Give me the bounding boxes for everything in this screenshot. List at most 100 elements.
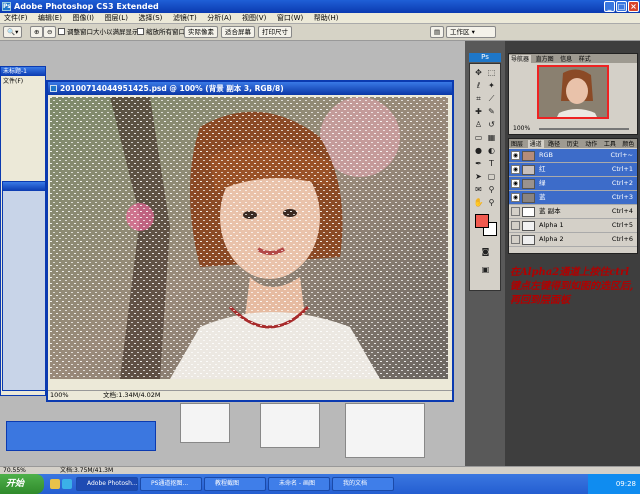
channel-row-blue-copy[interactable]: 蓝 副本 Ctrl+4 — [509, 205, 637, 219]
menu-view[interactable]: 视图(V) — [238, 13, 270, 23]
document-canvas[interactable] — [50, 97, 448, 379]
background-window-5[interactable] — [260, 403, 320, 448]
minimize-button[interactable]: _ — [604, 1, 615, 12]
type-tool-icon[interactable]: T — [486, 158, 497, 169]
channel-row-blue[interactable]: ◉ 蓝 Ctrl+3 — [509, 191, 637, 205]
tab-color[interactable]: 颜色 — [620, 140, 636, 148]
maximize-button[interactable]: □ — [616, 1, 627, 12]
pen-tool-icon[interactable]: ✒ — [473, 158, 484, 169]
task-paint[interactable]: 未命名 - 画图 — [268, 477, 330, 491]
quick-launch-icon[interactable] — [62, 479, 72, 489]
tab-navigator[interactable]: 导航器 — [509, 55, 532, 63]
tab-histogram[interactable]: 直方图 — [534, 55, 556, 63]
gradient-tool-icon[interactable]: ▦ — [486, 132, 497, 143]
menu-filter[interactable]: 滤镜(T) — [169, 13, 201, 23]
menu-help[interactable]: 帮助(H) — [310, 13, 343, 23]
menu-layer[interactable]: 图层(L) — [101, 13, 132, 23]
move-tool-icon[interactable]: ✥ — [473, 67, 484, 78]
menu-window[interactable]: 窗口(W) — [273, 13, 307, 23]
tab-channels[interactable]: 通道 — [527, 140, 544, 148]
shape-tool-icon[interactable]: ▢ — [486, 171, 497, 182]
document-window[interactable]: 20100714044951425.psd @ 100% (背景 副本 3, R… — [46, 80, 454, 402]
eye-icon[interactable]: ◉ — [511, 151, 520, 160]
screen-mode-icon[interactable]: ▣ — [480, 264, 491, 275]
stamp-tool-icon[interactable]: ♙ — [473, 119, 484, 130]
slice-tool-icon[interactable]: ⟋ — [486, 93, 497, 104]
zoom-all-checkbox[interactable] — [137, 28, 144, 35]
tab-info[interactable]: 信息 — [558, 55, 574, 63]
eye-icon[interactable] — [511, 221, 520, 230]
zoom-tool-panel-icon[interactable]: ⚲ — [486, 197, 497, 208]
foreground-color-swatch[interactable] — [475, 214, 489, 228]
magic-wand-icon[interactable]: ✦ — [486, 80, 497, 91]
tab-paths[interactable]: 路径 — [546, 140, 562, 148]
actual-pixels-button[interactable]: 实际像素 — [184, 26, 218, 38]
tutorial-annotation: 在Alpha2通道上按住ctrl键点左键得到如图的选区后,再回到层面板 — [510, 267, 634, 306]
brush-palette-icon[interactable]: ▤ — [430, 26, 445, 38]
navigator-zoom-slider[interactable] — [539, 128, 629, 130]
lasso-tool-icon[interactable]: ℓ — [473, 80, 484, 91]
clock[interactable]: 09:28 — [616, 480, 636, 488]
crop-tool-icon[interactable]: ⌗ — [473, 93, 484, 104]
marquee-tool-icon[interactable]: ⬚ — [486, 67, 497, 78]
zoom-tool-icon[interactable]: 🔍▾ — [3, 26, 23, 38]
app-title: Adobe Photoshop CS3 Extended — [14, 2, 159, 11]
print-size-button[interactable]: 打印尺寸 — [258, 26, 292, 38]
background-window-menu[interactable]: 文件(F) — [1, 76, 45, 85]
eyedropper-icon[interactable]: ⚲ — [486, 184, 497, 195]
history-brush-icon[interactable]: ↺ — [486, 119, 497, 130]
task-documents[interactable]: 我的文档 — [332, 477, 394, 491]
hand-tool-icon[interactable]: ✋ — [473, 197, 484, 208]
tab-styles[interactable]: 样式 — [577, 55, 593, 63]
channel-row-rgb[interactable]: ◉ RGB Ctrl+~ — [509, 149, 637, 163]
fit-screen-button[interactable]: 适合屏幕 — [221, 26, 255, 38]
tab-tools[interactable]: 工具 — [602, 140, 618, 148]
background-window-4[interactable] — [180, 403, 230, 443]
menu-select[interactable]: 选择(S) — [134, 13, 166, 23]
menu-edit[interactable]: 编辑(E) — [34, 13, 66, 23]
healing-brush-icon[interactable]: ✚ — [473, 106, 484, 117]
channel-row-green[interactable]: ◉ 绿 Ctrl+2 — [509, 177, 637, 191]
blur-tool-icon[interactable]: ● — [473, 145, 484, 156]
channel-name: 蓝 副本 — [539, 207, 561, 215]
dodge-tool-icon[interactable]: ◐ — [486, 145, 497, 156]
background-window-title: 未标题-1 — [1, 67, 45, 76]
start-button[interactable]: 开始 — [0, 474, 44, 494]
notes-tool-icon[interactable]: ✉ — [473, 184, 484, 195]
tab-actions[interactable]: 动作 — [583, 140, 599, 148]
menu-image[interactable]: 图像(I) — [68, 13, 98, 23]
quick-launch-icon[interactable] — [50, 479, 60, 489]
menu-file[interactable]: 文件(F) — [0, 13, 32, 23]
navigator-zoom[interactable]: 100% — [513, 125, 530, 132]
background-window-3[interactable] — [6, 421, 156, 451]
eye-icon[interactable] — [511, 207, 520, 216]
task-screenshots[interactable]: 教程截图 — [204, 477, 266, 491]
eye-icon[interactable] — [511, 235, 520, 244]
channel-name: 蓝 — [539, 193, 546, 201]
tab-layers[interactable]: 图层 — [509, 140, 525, 148]
background-window-2[interactable] — [2, 181, 46, 391]
task-tutorial[interactable]: PS通道抠图... — [140, 477, 202, 491]
eye-icon[interactable]: ◉ — [511, 165, 520, 174]
workspace-button[interactable]: 工作区 ▾ — [446, 26, 496, 38]
background-window-6[interactable] — [345, 403, 425, 458]
channel-row-red[interactable]: ◉ 红 Ctrl+1 — [509, 163, 637, 177]
eye-icon[interactable]: ◉ — [511, 193, 520, 202]
navigator-thumbnail[interactable] — [537, 65, 609, 119]
eye-icon[interactable]: ◉ — [511, 179, 520, 188]
task-photoshop[interactable]: Adobe Photosh... — [76, 477, 138, 491]
quick-mask-icon[interactable]: ◙ — [480, 246, 491, 257]
document-title-bar[interactable]: 20100714044951425.psd @ 100% (背景 副本 3, R… — [48, 82, 452, 95]
channel-row-alpha1[interactable]: Alpha 1 Ctrl+5 — [509, 219, 637, 233]
menu-analysis[interactable]: 分析(A) — [203, 13, 235, 23]
resize-windows-checkbox[interactable] — [58, 28, 65, 35]
channel-row-alpha2[interactable]: Alpha 2 Ctrl+6 — [509, 233, 637, 247]
close-button[interactable]: × — [628, 1, 639, 12]
zoom-in-icon[interactable]: ⊕ — [30, 26, 44, 38]
tab-history[interactable]: 历史 — [565, 140, 581, 148]
eraser-tool-icon[interactable]: ▭ — [473, 132, 484, 143]
zoom-out-icon[interactable]: ⊖ — [43, 26, 57, 38]
path-select-icon[interactable]: ➤ — [473, 171, 484, 182]
brush-tool-icon[interactable]: ✎ — [486, 106, 497, 117]
document-zoom[interactable]: 100% — [50, 391, 69, 400]
